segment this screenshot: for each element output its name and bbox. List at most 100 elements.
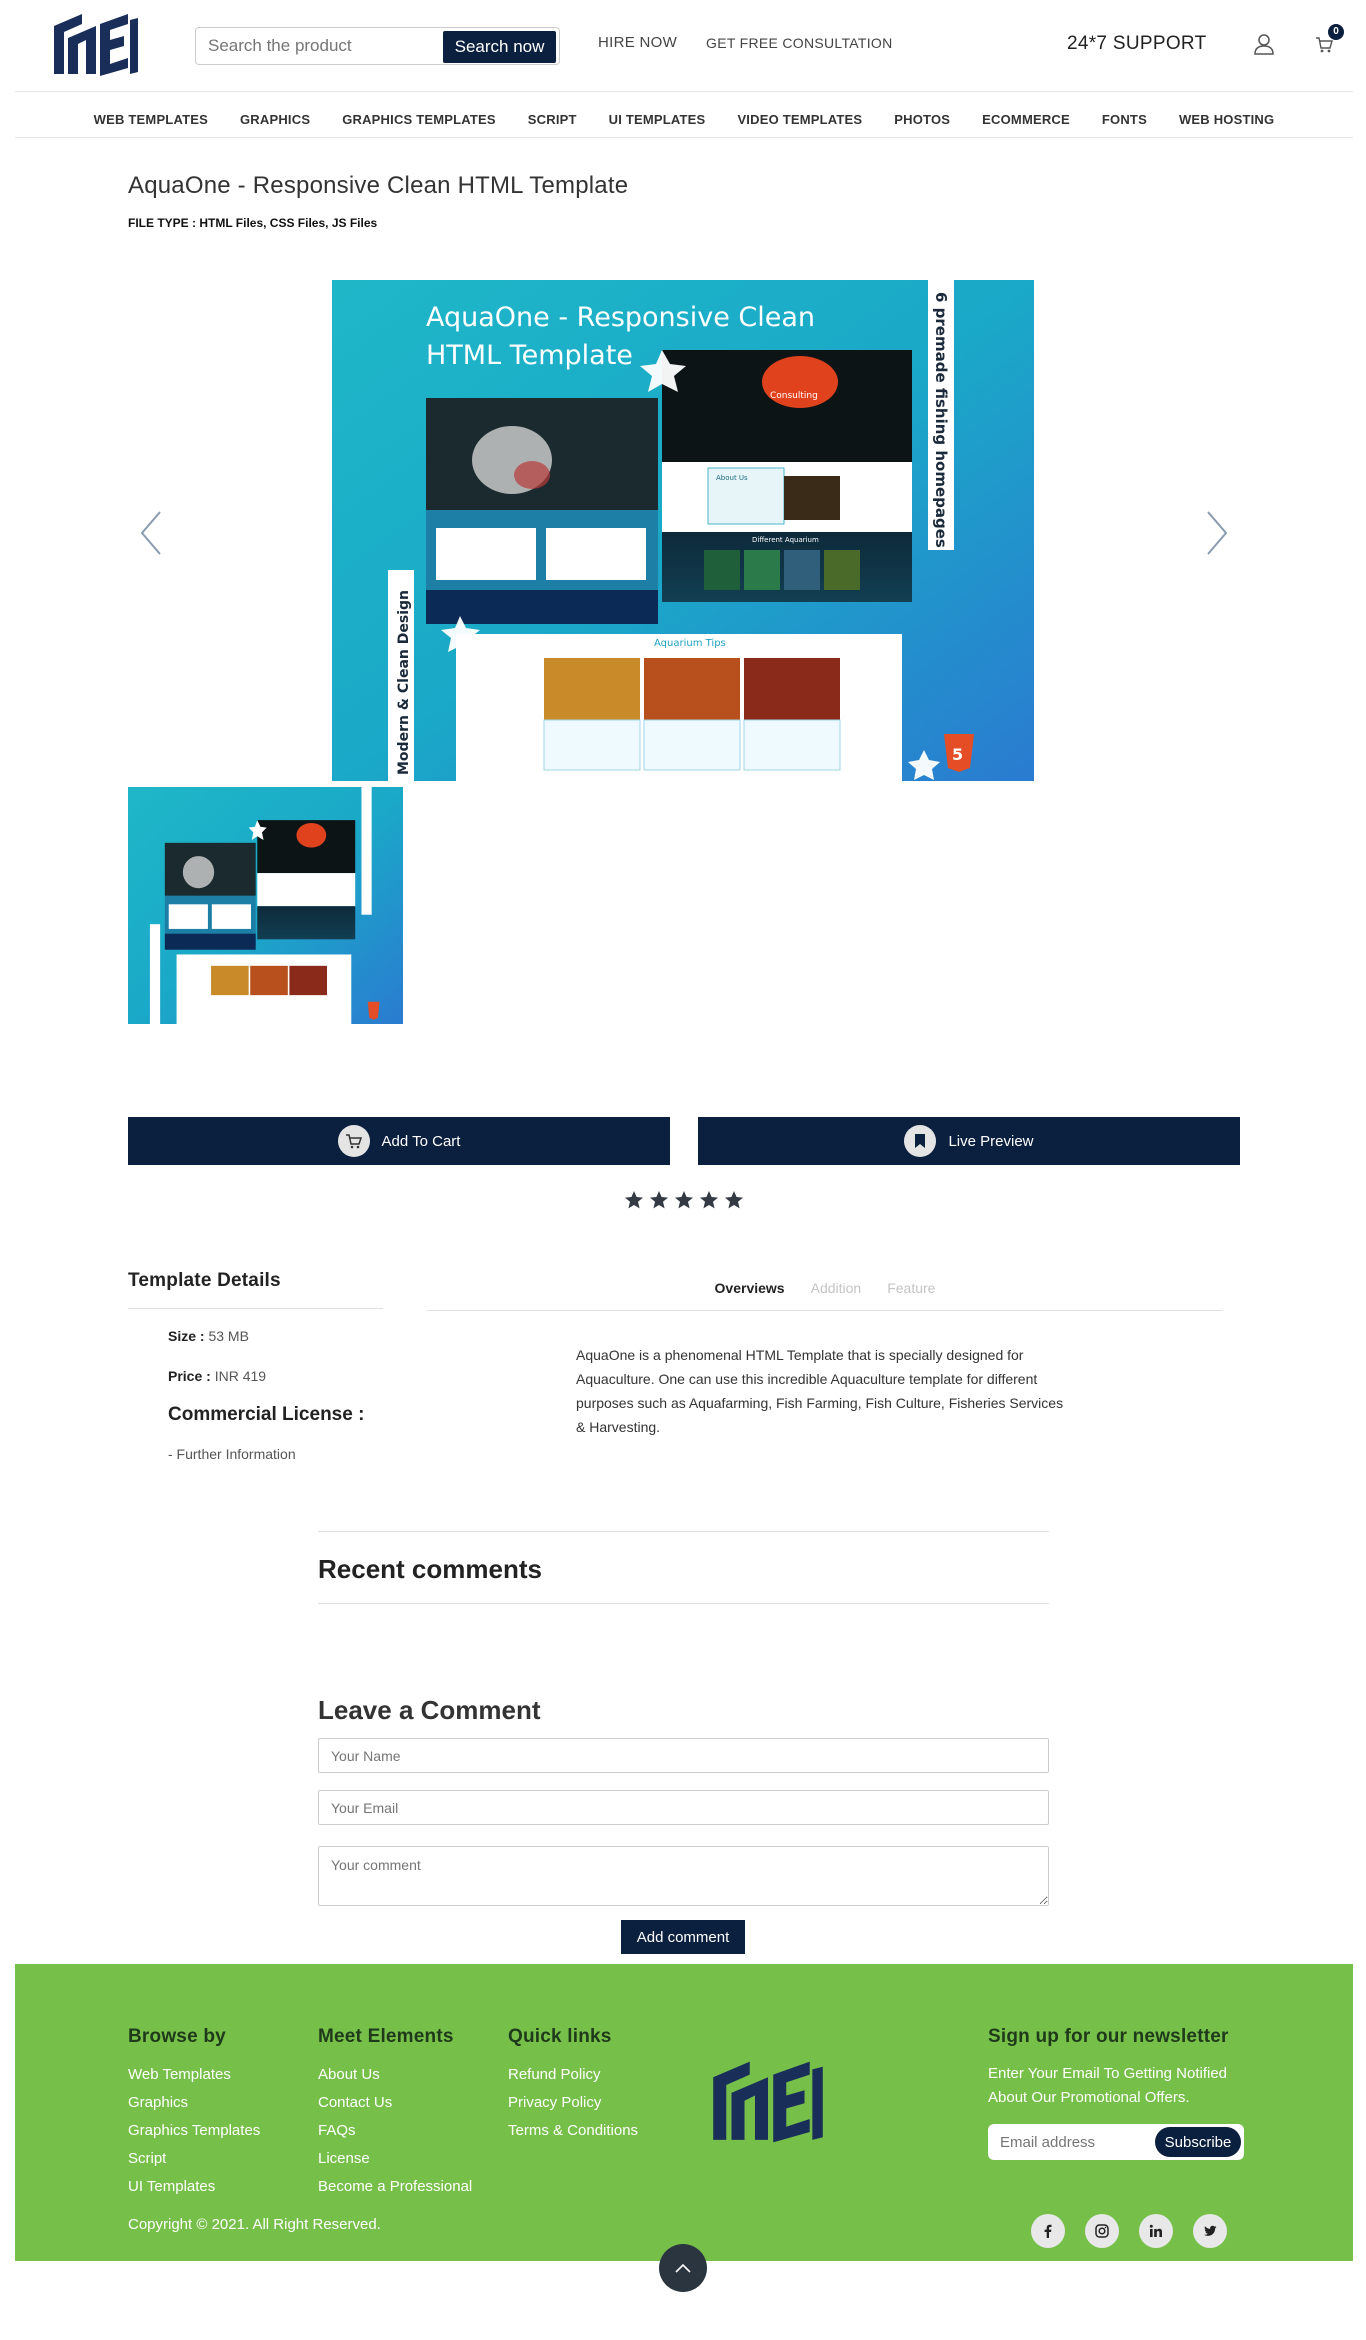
newsletter-text: Enter Your Email To Getting Notified Abo… — [988, 2065, 1228, 2106]
nav-divider — [15, 137, 1353, 138]
live-preview-label: Live Preview — [948, 1132, 1034, 1150]
consultation-link[interactable]: GET FREE CONSULTATION — [706, 35, 893, 51]
nav-item-graphics[interactable]: GRAPHICS — [224, 112, 326, 127]
quick-links-title: Quick links — [508, 2026, 612, 2047]
star-icon — [625, 1191, 643, 1209]
add-to-cart-button[interactable]: Add To Cart — [128, 1117, 670, 1165]
file-type-label: FILE TYPE : HTML Files, CSS Files, JS Fi… — [128, 216, 378, 230]
size-value: 53 MB — [208, 1328, 249, 1344]
chevron-up-icon — [675, 2263, 691, 2273]
live-preview-button[interactable]: Live Preview — [698, 1117, 1240, 1165]
footer-link-graphics-templates[interactable]: Graphics Templates — [128, 2122, 260, 2139]
footer-link-web-templates[interactable]: Web Templates — [128, 2066, 231, 2083]
nav-item-photos[interactable]: PHOTOS — [878, 112, 966, 127]
support-label[interactable]: 24*7 SUPPORT — [1067, 33, 1206, 55]
site-header: Search now HIRE NOW GET FREE CONSULTATIO… — [0, 0, 1366, 92]
cart-count-badge: 0 — [1328, 24, 1344, 40]
star-icon — [725, 1191, 743, 1209]
newsletter-form: Subscribe — [988, 2124, 1244, 2160]
newsletter-email-input[interactable] — [988, 2124, 1148, 2160]
image-consulting: Consulting — [770, 391, 818, 401]
product-main-image[interactable]: AquaOne - Responsive Clean HTML Template… — [332, 280, 1034, 781]
image-tips: Aquarium Tips — [654, 638, 726, 649]
footer-link-about-us[interactable]: About Us — [318, 2066, 380, 2083]
nav-item-script[interactable]: SCRIPT — [512, 112, 593, 127]
footer-link-refund-policy[interactable]: Refund Policy — [508, 2066, 601, 2083]
carousel-next-arrow[interactable] — [1204, 510, 1230, 556]
details-tabs: Overviews Addition Feature — [427, 1280, 1223, 1296]
footer-link-privacy-policy[interactable]: Privacy Policy — [508, 2094, 601, 2111]
product-thumbnail[interactable] — [128, 787, 403, 1024]
price-label: Price : — [168, 1368, 211, 1384]
tab-overviews[interactable]: Overviews — [715, 1280, 785, 1296]
name-field[interactable] — [318, 1738, 1049, 1773]
meet-elements-title: Meet Elements — [318, 2026, 454, 2047]
image-side-text: 6 premade fishing homepages — [932, 292, 950, 548]
nav-item-video-templates[interactable]: VIDEO TEMPLATES — [721, 112, 878, 127]
image-about: About Us — [716, 474, 748, 482]
template-details-title: Template Details — [128, 1270, 281, 1291]
scroll-to-top-button[interactable] — [659, 2244, 707, 2292]
hire-now-link[interactable]: HIRE NOW — [598, 34, 677, 51]
linkedin-icon[interactable] — [1139, 2214, 1173, 2248]
facebook-icon[interactable] — [1031, 2214, 1065, 2248]
price-row: Price : INR 419 — [168, 1368, 266, 1384]
footer-link-faqs[interactable]: FAQs — [318, 2122, 356, 2139]
instagram-icon[interactable] — [1085, 2214, 1119, 2248]
copyright-text: Copyright © 2021. All Right Reserved. — [128, 2216, 381, 2233]
footer-link-graphics[interactable]: Graphics — [128, 2094, 188, 2111]
comments-divider-top — [318, 1531, 1049, 1532]
user-icon[interactable] — [1253, 33, 1275, 55]
further-information-link[interactable]: - Further Information — [168, 1446, 296, 1462]
comment-field[interactable] — [318, 1846, 1049, 1906]
brand-logo[interactable] — [50, 12, 142, 78]
search-button[interactable]: Search now — [443, 31, 556, 63]
footer-link-become-professional[interactable]: Become a Professional — [318, 2178, 472, 2195]
search-input[interactable] — [196, 28, 446, 64]
rating-stars — [624, 1190, 744, 1212]
details-divider — [128, 1308, 383, 1309]
star-icon — [675, 1191, 693, 1209]
size-row: Size : 53 MB — [168, 1328, 249, 1344]
image-left-text: Modern & Clean Design — [396, 590, 412, 775]
footer-logo[interactable] — [708, 2052, 828, 2152]
tab-feature[interactable]: Feature — [887, 1280, 935, 1296]
cart-icon[interactable] — [1315, 36, 1333, 54]
star-icon — [650, 1191, 668, 1209]
carousel-prev-arrow[interactable] — [138, 510, 164, 556]
header-divider — [15, 91, 1353, 92]
nav-item-web-hosting[interactable]: WEB HOSTING — [1163, 112, 1290, 127]
email-field[interactable] — [318, 1790, 1049, 1825]
subscribe-button[interactable]: Subscribe — [1155, 2127, 1241, 2157]
product-title: AquaOne - Responsive Clean HTML Template — [128, 172, 629, 199]
svg-text:5: 5 — [952, 745, 963, 764]
tabs-divider — [427, 1310, 1223, 1311]
license-title: Commercial License : — [168, 1404, 365, 1425]
image-aquarium: Different Aquarium — [752, 536, 819, 544]
star-icon — [700, 1191, 718, 1209]
nav-item-ui-templates[interactable]: UI TEMPLATES — [593, 112, 722, 127]
cart-plus-icon — [337, 1125, 370, 1157]
size-label: Size : — [168, 1328, 205, 1344]
price-value: INR 419 — [214, 1368, 267, 1384]
twitter-icon[interactable] — [1193, 2214, 1227, 2248]
browse-by-title: Browse by — [128, 2026, 226, 2047]
footer-link-ui-templates[interactable]: UI Templates — [128, 2178, 215, 2195]
nav-item-fonts[interactable]: FONTS — [1086, 112, 1163, 127]
leave-comment-title: Leave a Comment — [318, 1695, 541, 1725]
nav-item-web-templates[interactable]: WEB TEMPLATES — [78, 112, 224, 127]
nav-item-ecommerce[interactable]: ECOMMERCE — [966, 112, 1086, 127]
footer-link-contact-us[interactable]: Contact Us — [318, 2094, 392, 2111]
footer-link-terms[interactable]: Terms & Conditions — [508, 2122, 638, 2139]
tab-addition[interactable]: Addition — [811, 1280, 862, 1296]
comments-divider-bottom — [318, 1603, 1049, 1604]
overview-text: AquaOne is a phenomenal HTML Template th… — [576, 1347, 1064, 1435]
nav-item-graphics-templates[interactable]: GRAPHICS TEMPLATES — [326, 112, 512, 127]
search-bar: Search now — [195, 27, 560, 65]
bookmark-icon — [904, 1125, 937, 1157]
image-headline-line1: AquaOne - Responsive Clean — [426, 302, 815, 333]
footer-link-license[interactable]: License — [318, 2150, 370, 2167]
footer-link-script[interactable]: Script — [128, 2150, 166, 2167]
category-nav: WEB TEMPLATES GRAPHICS GRAPHICS TEMPLATE… — [15, 100, 1353, 138]
add-comment-button[interactable]: Add comment — [621, 1920, 745, 1954]
